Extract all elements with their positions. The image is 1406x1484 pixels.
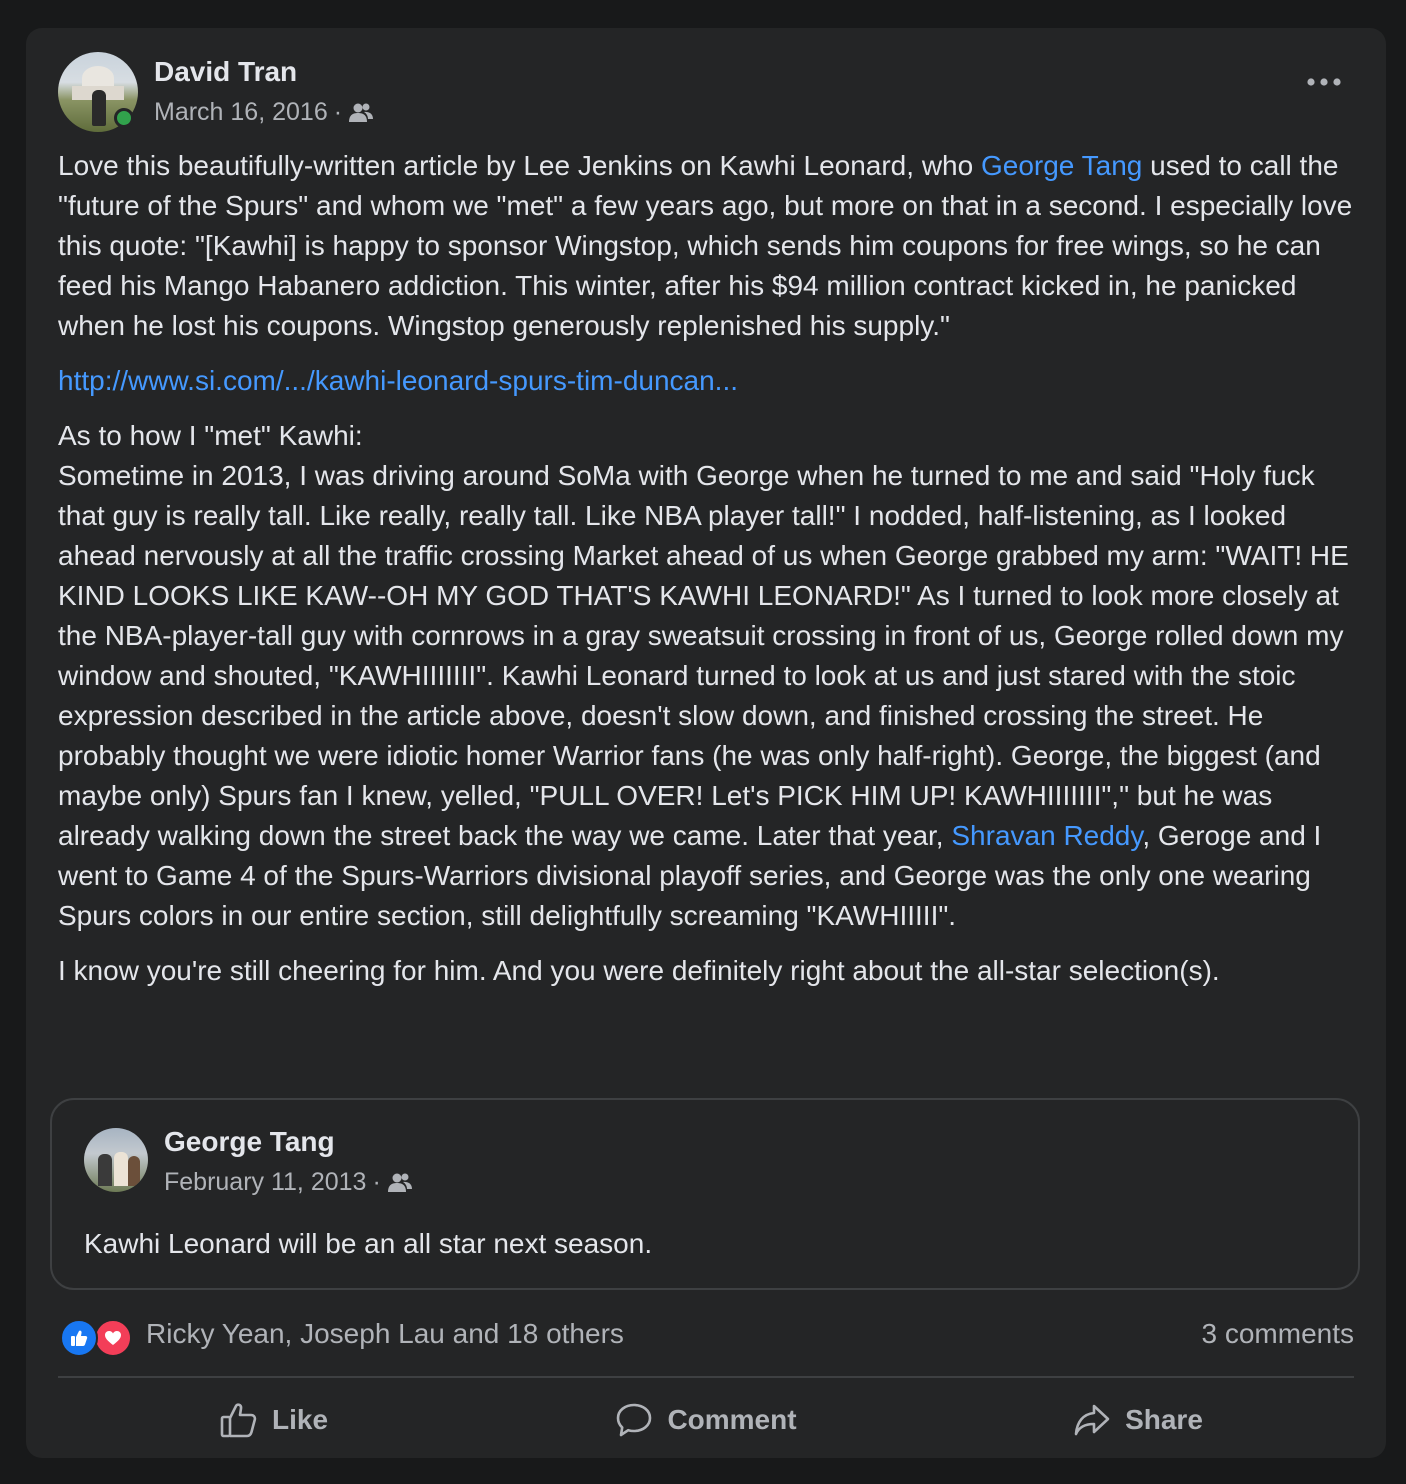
like-button[interactable]: Like [58,1388,490,1452]
online-status-indicator [114,108,134,128]
link[interactable]: George Tang [981,150,1142,181]
comment-label: Comment [667,1404,797,1435]
share-arrow-icon [1074,1404,1110,1436]
post-paragraph: I know you're still cheering for him. An… [58,951,1358,991]
comment-button[interactable]: Comment [490,1388,922,1452]
reaction-icons[interactable] [60,1316,140,1357]
love-reaction-icon [94,1319,132,1357]
post-meta: March 16, 2016 · [154,98,374,127]
friends-icon[interactable] [387,1172,413,1194]
author-avatar[interactable] [58,52,138,132]
action-bar: Like Comment Share [58,1388,1354,1452]
more-options-icon [1307,78,1341,86]
comment-bubble-icon [617,1403,652,1437]
shared-post[interactable]: George Tang February 11, 2013 · Kawhi Le… [50,1098,1360,1290]
link[interactable]: Shravan Reddy [951,820,1142,851]
post-text-segment: As to how I "met" Kawhi: [58,420,363,451]
share-button[interactable]: Share [922,1388,1354,1452]
reactions-bar: Ricky Yean, Joseph Lau and 18 others 3 c… [58,1314,1354,1358]
more-options-button[interactable] [1294,52,1354,112]
post-paragraph: Love this beautifully-written article by… [58,146,1358,346]
like-reaction-icon [60,1319,98,1357]
post-text: Love this beautifully-written article by… [58,146,1358,1006]
post-text-segment: Sometime in 2013, I was driving around S… [58,460,1349,851]
shared-post-date[interactable]: February 11, 2013 [164,1168,366,1197]
post-paragraph: http://www.si.com/.../kawhi-leonard-spur… [58,361,1358,401]
shared-post-meta: February 11, 2013 · [164,1168,413,1197]
shared-meta-separator: · [372,1168,381,1196]
like-label: Like [271,1404,329,1435]
author-name[interactable]: David Tran [154,56,297,88]
post-card: David Tran March 16, 2016 · Love this be… [26,28,1386,1458]
thumbs-up-icon [220,1403,257,1438]
post-date[interactable]: March 16, 2016 [154,98,328,127]
link[interactable]: http://www.si.com/.../kawhi-leonard-spur… [58,365,738,396]
friends-icon[interactable] [348,102,374,124]
post-header: David Tran March 16, 2016 · [58,52,1354,132]
shared-author-name[interactable]: George Tang [164,1126,335,1158]
share-label: Share [1125,1404,1203,1435]
shared-post-text: Kawhi Leonard will be an all star next s… [84,1228,653,1259]
divider [58,1376,1354,1378]
comment-count[interactable]: 3 comments [1202,1318,1355,1350]
post-text-segment: Love this beautifully-written article by… [58,150,981,181]
post-paragraph: As to how I "met" Kawhi: Sometime in 2013… [58,416,1358,936]
meta-separator: · [333,98,343,126]
shared-author-avatar[interactable] [84,1128,148,1192]
post-text-segment: I know you're still cheering for him. An… [58,955,1220,986]
reaction-names[interactable]: Ricky Yean, Joseph Lau and 18 others [146,1318,624,1350]
